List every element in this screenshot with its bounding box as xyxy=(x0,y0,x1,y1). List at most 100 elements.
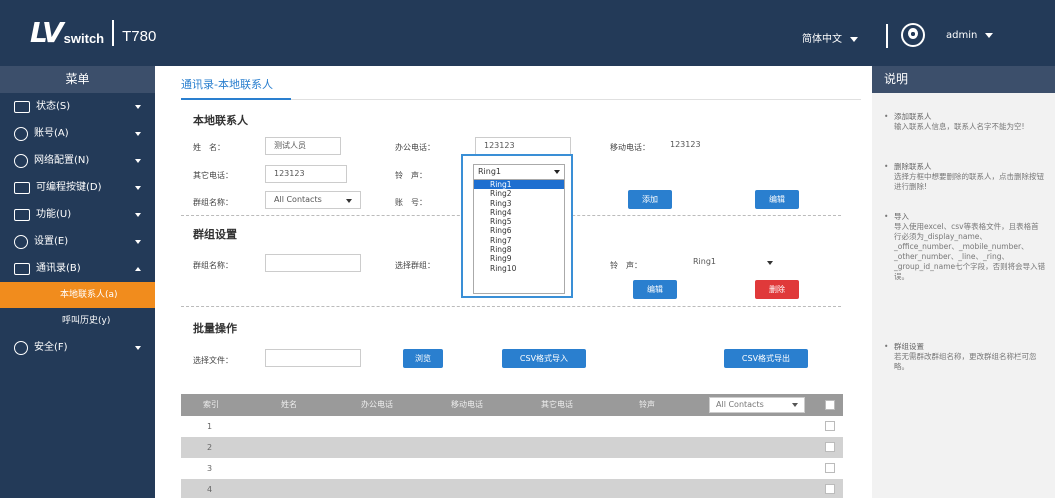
sidebar-item-label: 设置(E) xyxy=(34,236,69,247)
ring-select[interactable]: Ring1 xyxy=(473,164,565,180)
edit-contact-button[interactable]: 编辑 xyxy=(755,190,799,209)
ring-option[interactable]: Ring3 xyxy=(474,199,564,208)
help-item-head: 添加联系人 xyxy=(894,112,932,121)
select-group-label: 选择群组： xyxy=(395,261,435,270)
username: admin xyxy=(946,30,978,41)
ring-option[interactable]: Ring2 xyxy=(474,189,564,198)
chevron-down-icon xyxy=(135,105,141,109)
help-item-body: 若无需群改群组名称，更改群组名称栏可忽略。 xyxy=(894,352,1037,371)
add-contact-button[interactable]: 添加 xyxy=(628,190,672,209)
table-row: 3 xyxy=(181,458,843,479)
group-name-label: 群组名称： xyxy=(193,198,233,207)
avatar-icon[interactable] xyxy=(901,23,925,47)
row-index: 3 xyxy=(207,464,213,473)
brand-logo: LV switch T780 xyxy=(30,19,157,47)
ring-option[interactable]: Ring7 xyxy=(474,236,564,245)
sidebar-item-settings[interactable]: 设置(E) xyxy=(0,228,155,255)
office-phone-field[interactable]: 123123 xyxy=(475,137,571,155)
section-title-group-settings: 群组设置 xyxy=(193,228,237,241)
browse-button[interactable]: 浏览 xyxy=(403,349,443,368)
sidebar-subitem-call-history[interactable]: 呼叫历史(y) xyxy=(0,308,155,334)
device-model: T780 xyxy=(122,28,157,45)
sidebar-item-label: 通讯录(B) xyxy=(36,263,81,274)
help-panel: 说明 • 添加联系人 输入联系人信息，联系人名字不能为空! • 删除联系人 选择… xyxy=(872,66,1055,498)
select-all-checkbox[interactable] xyxy=(825,400,835,410)
sidebar-item-features[interactable]: 功能(U) xyxy=(0,201,155,228)
sidebar-item-label: 安全(F) xyxy=(34,342,68,353)
help-item: • 群组设置 若无需群改群组名称，更改群组名称栏可忽略。 xyxy=(884,342,1046,372)
sidebar-title: 菜单 xyxy=(0,66,155,93)
language-selector[interactable]: 简体中文 xyxy=(802,30,858,45)
name-field[interactable]: 测试人员 xyxy=(265,137,341,155)
ring-option[interactable]: Ring1 xyxy=(474,180,564,190)
bullet-icon: • xyxy=(884,342,889,351)
main-content: 通讯录-本地联系人 本地联系人 姓 名： 测试人员 办公电话： 123123 移… xyxy=(155,66,867,498)
csv-import-button[interactable]: CSV格式导入 xyxy=(502,349,586,368)
account-label: 账 号： xyxy=(395,198,427,207)
help-item: • 删除联系人 选择方框中想要删除的联系人，点击删除按钮进行删除! xyxy=(884,162,1046,192)
breadcrumb-underline xyxy=(181,98,291,100)
ring-option[interactable]: Ring8 xyxy=(474,245,564,254)
csv-export-button[interactable]: CSV格式导出 xyxy=(724,349,808,368)
column-header-ring: 铃声 xyxy=(639,400,655,409)
row-index: 1 xyxy=(207,422,213,431)
chevron-up-icon xyxy=(135,267,141,271)
ring-option[interactable]: Ring6 xyxy=(474,226,564,235)
name-label: 姓 名： xyxy=(193,143,225,152)
sidebar-item-account[interactable]: 账号(A) xyxy=(0,120,155,147)
sidebar-item-phonebook[interactable]: 通讯录(B) xyxy=(0,255,155,282)
edit-group-button[interactable]: 编辑 xyxy=(633,280,677,299)
features-icon xyxy=(14,208,30,221)
help-item: • 导入 导入使用excel、csv等表格文件，且表格首行必须为_display… xyxy=(884,212,1046,282)
chevron-down-icon xyxy=(135,346,141,350)
status-icon xyxy=(14,100,30,113)
ring-option[interactable]: Ring9 xyxy=(474,254,564,263)
chevron-down-icon xyxy=(850,36,858,42)
sidebar-item-network[interactable]: 网络配置(N) xyxy=(0,147,155,174)
mobile-phone-field[interactable]: 123123 xyxy=(662,137,758,155)
sidebar-item-security[interactable]: 安全(F) xyxy=(0,334,155,361)
account-icon xyxy=(14,126,28,141)
help-item-body: 导入使用excel、csv等表格文件，且表格首行必须为_display_name… xyxy=(894,222,1046,281)
row-checkbox[interactable] xyxy=(825,442,835,452)
sidebar-item-label: 可编程按键(D) xyxy=(36,182,102,193)
ring-option[interactable]: Ring4 xyxy=(474,208,564,217)
other-phone-field[interactable]: 123123 xyxy=(265,165,347,183)
column-header-other: 其它电话 xyxy=(541,400,573,409)
table-group-filter[interactable]: All Contacts xyxy=(709,397,805,413)
other-phone-label: 其它电话： xyxy=(193,171,233,180)
bullet-icon: • xyxy=(884,112,889,121)
section-title-local-contacts: 本地联系人 xyxy=(193,114,248,127)
sidebar: 菜单 状态(S) 账号(A) 网络配置(N) 可编程按键(D) 功能(U) 设置… xyxy=(0,66,155,498)
logo-divider xyxy=(112,20,115,46)
chevron-down-icon xyxy=(135,240,141,244)
group-ring-select[interactable]: Ring1 xyxy=(685,254,781,272)
sidebar-subitem-local-contacts[interactable]: 本地联系人(a) xyxy=(0,282,155,308)
group-name-label: 群组名称： xyxy=(193,261,233,270)
group-name-field[interactable] xyxy=(265,254,361,272)
column-header-index: 索引 xyxy=(203,400,219,409)
row-checkbox[interactable] xyxy=(825,463,835,473)
ring-label: 铃 声： xyxy=(395,171,427,180)
bullet-icon: • xyxy=(884,162,889,171)
ring-option[interactable]: Ring10 xyxy=(474,264,564,273)
contacts-table-header: 索引 姓名 办公电话 移动电话 其它电话 铃声 All Contacts xyxy=(181,394,843,416)
row-checkbox[interactable] xyxy=(825,421,835,431)
ring-option[interactable]: Ring5 xyxy=(474,217,564,226)
sidebar-item-status[interactable]: 状态(S) xyxy=(0,93,155,120)
sidebar-item-dsskey[interactable]: 可编程按键(D) xyxy=(0,174,155,201)
user-menu[interactable]: admin xyxy=(946,30,994,41)
ring-options-list: Ring1 Ring2 Ring3 Ring4 Ring5 Ring6 Ring… xyxy=(473,180,565,294)
file-path-field[interactable] xyxy=(265,349,361,367)
section-divider xyxy=(181,306,841,307)
help-item-head: 群组设置 xyxy=(894,342,924,351)
chevron-down-icon xyxy=(135,132,141,136)
top-header: LV switch T780 简体中文 admin xyxy=(0,0,1055,66)
group-select[interactable]: All Contacts xyxy=(265,191,361,209)
help-item-head: 删除联系人 xyxy=(894,162,932,171)
row-checkbox[interactable] xyxy=(825,484,835,494)
network-icon xyxy=(14,153,28,168)
sidebar-item-label: 状态(S) xyxy=(36,101,71,112)
delete-group-button[interactable]: 删除 xyxy=(755,280,799,299)
sidebar-item-label: 网络配置(N) xyxy=(34,155,90,166)
